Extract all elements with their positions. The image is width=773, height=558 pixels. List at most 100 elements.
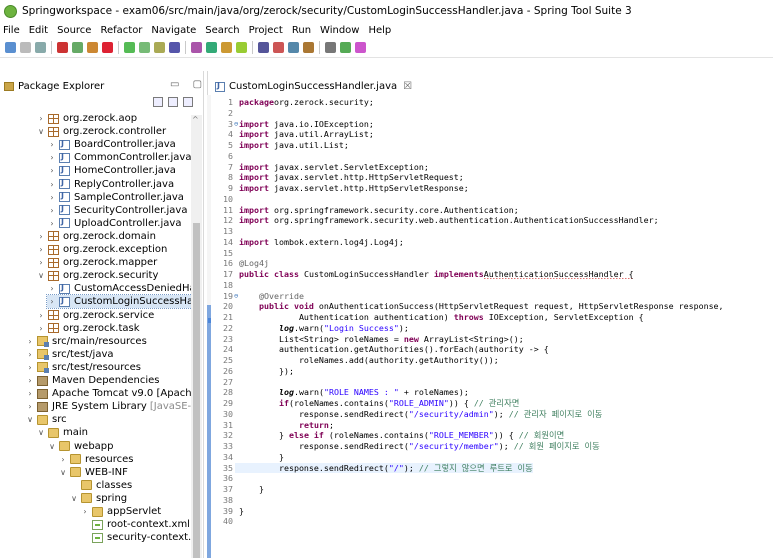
collapsed-arrow-icon[interactable]: › <box>58 455 68 464</box>
code-line[interactable]: 22 log.warn("Login Success"); <box>216 323 409 334</box>
toolbar-button-icon[interactable] <box>139 42 150 53</box>
menu-edit[interactable]: Edit <box>29 25 48 36</box>
collapsed-arrow-icon[interactable]: › <box>47 153 57 162</box>
expanded-arrow-icon[interactable]: ∨ <box>36 428 46 437</box>
tab-editor-file[interactable]: CustomLoginSuccessHandler.java ☒ <box>212 78 415 95</box>
code-editor[interactable]: 1 packageorg.zerock.security; 2 3 ⊖ import ja… <box>216 96 773 558</box>
code-line[interactable]: 2 <box>216 108 239 119</box>
collapsed-arrow-icon[interactable]: › <box>25 389 35 398</box>
menu-source[interactable]: Source <box>57 25 91 36</box>
tree-item[interactable]: ∨ main <box>36 426 88 439</box>
tree-item[interactable]: › JRE System Library[JavaSE-1.8] <box>25 400 191 413</box>
tab-package-explorer[interactable]: Package Explorer <box>4 78 104 95</box>
code-line[interactable]: 36 <box>216 473 239 484</box>
collapsed-arrow-icon[interactable]: › <box>25 376 35 385</box>
toolbar-button-icon[interactable] <box>206 42 217 53</box>
tree-item[interactable]: › src/test/java <box>25 348 114 361</box>
code-line[interactable]: 37 } <box>216 484 264 495</box>
code-line[interactable]: 31 return; <box>216 420 334 431</box>
tree-item[interactable]: › SecurityController.java <box>47 204 187 217</box>
tree-item[interactable]: › CustomLoginSuccessHandler.ja <box>45 294 191 310</box>
view-minimize-maximize[interactable]: ▭ ▢ <box>170 79 207 90</box>
tree-item[interactable]: › BoardController.java <box>47 138 175 151</box>
collapsed-arrow-icon[interactable]: › <box>80 507 90 516</box>
toolbar-button-icon[interactable] <box>303 42 314 53</box>
collapsed-arrow-icon[interactable]: › <box>25 337 35 346</box>
tree-item[interactable]: ∨ WEB-INF <box>58 466 128 479</box>
code-line[interactable]: 27 <box>216 377 239 388</box>
tree-item[interactable]: › org.zerock.aop <box>36 112 137 125</box>
collapsed-arrow-icon[interactable]: › <box>36 245 46 254</box>
toolbar-button-icon[interactable] <box>20 42 31 53</box>
expanded-arrow-icon[interactable]: ∨ <box>47 442 57 451</box>
tree-item[interactable]: classes <box>69 479 132 492</box>
toolbar-button-icon[interactable] <box>325 42 336 53</box>
menu-run[interactable]: Run <box>292 25 311 36</box>
toolbar-button-icon[interactable] <box>169 42 180 53</box>
package-explorer-scrollbar[interactable]: ^ <box>191 115 202 558</box>
code-line[interactable]: 23 List<String> roleNames = new ArrayLis… <box>216 334 524 345</box>
toolbar-button-icon[interactable] <box>5 42 16 53</box>
tree-item[interactable]: › org.zerock.task <box>36 322 139 335</box>
toolbar-button-icon[interactable] <box>102 42 113 53</box>
code-line[interactable]: 6 <box>216 151 239 162</box>
collapsed-arrow-icon[interactable]: › <box>36 324 46 333</box>
expanded-arrow-icon[interactable]: ∨ <box>25 415 35 424</box>
code-line[interactable]: 11 import org.springframework.security.co… <box>216 205 519 216</box>
close-tab-icon[interactable]: ☒ <box>403 81 412 92</box>
tree-item[interactable]: › UploadController.java <box>47 217 181 230</box>
code-line[interactable]: 30 response.sendRedirect("/security/admi… <box>216 409 602 420</box>
collapsed-arrow-icon[interactable]: › <box>47 219 57 228</box>
code-line[interactable]: 34 } <box>216 452 284 463</box>
menu-search[interactable]: Search <box>205 25 239 36</box>
tree-item[interactable]: › ReplyController.java <box>47 178 174 191</box>
code-line[interactable]: 26 }); <box>216 366 294 377</box>
fold-toggle-icon[interactable]: ⊖ <box>234 119 238 130</box>
tree-item[interactable]: › Maven Dependencies <box>25 374 159 387</box>
toolbar-button-icon[interactable] <box>35 42 46 53</box>
scroll-up-arrow[interactable]: ^ <box>192 115 199 124</box>
menu-window[interactable]: Window <box>320 25 359 36</box>
collapsed-arrow-icon[interactable]: › <box>36 114 46 123</box>
code-line[interactable]: 5 import java.util.List; <box>216 140 349 151</box>
tree-item[interactable]: › Apache Tomcat v9.0 [Apache Tomca <box>25 387 191 400</box>
tree-item[interactable]: security-context.xml <box>80 531 191 544</box>
code-line[interactable]: 12 import org.springframework.security.we… <box>216 215 659 226</box>
menu-refactor[interactable]: Refactor <box>100 25 142 36</box>
menu-help[interactable]: Help <box>368 25 391 36</box>
collapsed-arrow-icon[interactable]: › <box>36 311 46 320</box>
menu-project[interactable]: Project <box>249 25 283 36</box>
override-marker-icon[interactable] <box>208 318 211 323</box>
code-line[interactable]: 35 response.sendRedirect("/"); // 그렇지 않으… <box>216 462 533 474</box>
tree-item[interactable]: › resources <box>58 453 133 466</box>
collapsed-arrow-icon[interactable]: › <box>25 350 35 359</box>
toolbar-button-icon[interactable] <box>87 42 98 53</box>
toolbar-button-icon[interactable] <box>340 42 351 53</box>
code-line[interactable]: 7 import javax.servlet.ServletException; <box>216 162 429 173</box>
code-line[interactable]: 8 import javax.servlet.http.HttpServletRe… <box>216 172 464 183</box>
tree-item[interactable]: root-context.xml <box>80 518 190 531</box>
code-line[interactable]: 33 response.sendRedirect("/security/memb… <box>216 441 600 452</box>
code-line[interactable]: 15 <box>216 248 239 259</box>
tree-item[interactable]: ∨ org.zerock.security <box>36 269 158 282</box>
toolbar-button-icon[interactable] <box>154 42 165 53</box>
code-line[interactable]: 21 Authentication authentication) throws… <box>216 312 644 323</box>
collapsed-arrow-icon[interactable]: › <box>47 166 57 175</box>
code-line[interactable]: 39} <box>216 506 244 517</box>
collapsed-arrow-icon[interactable]: › <box>25 402 35 411</box>
toolbar-button-icon[interactable] <box>221 42 232 53</box>
code-line[interactable]: 40 <box>216 516 239 527</box>
code-line[interactable]: 3 ⊖ import java.io.IOException; <box>216 119 374 130</box>
toolbar-button-icon[interactable] <box>57 42 68 53</box>
scrollbar-thumb[interactable] <box>193 223 200 558</box>
toolbar-button-icon[interactable] <box>72 42 83 53</box>
expanded-arrow-icon[interactable]: ∨ <box>69 494 79 503</box>
code-line[interactable]: 38 <box>216 495 239 506</box>
code-line[interactable]: 16 @Log4j <box>216 258 269 269</box>
code-line[interactable]: 9 import javax.servlet.http.HttpServletRe… <box>216 183 469 194</box>
link-with-editor-icon[interactable] <box>168 97 178 107</box>
code-line[interactable]: 1 packageorg.zerock.security; <box>216 97 374 108</box>
tree-item[interactable]: › CommonController.java <box>47 151 191 164</box>
code-line[interactable]: 20 public void onAuthenticationSuccess(H… <box>216 301 724 312</box>
fold-toggle-icon[interactable]: ⊖ <box>234 291 238 302</box>
